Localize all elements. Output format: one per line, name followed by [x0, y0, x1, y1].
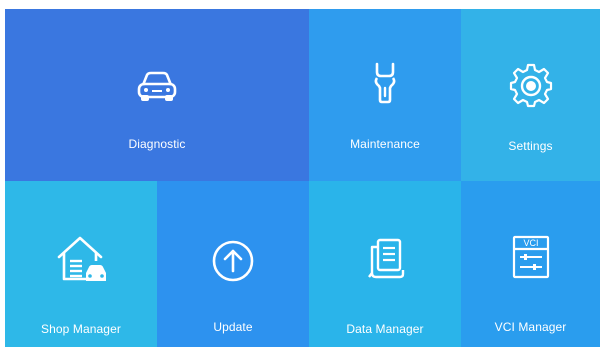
shop-manager-tile[interactable]: Shop Manager — [5, 181, 157, 347]
data-manager-label: Data Manager — [346, 322, 424, 336]
settings-tile[interactable]: Settings — [461, 9, 600, 181]
update-label: Update — [213, 320, 253, 334]
diagnostic-label: Diagnostic — [128, 137, 186, 151]
car-icon — [137, 71, 177, 101]
maintenance-label: Maintenance — [350, 137, 420, 151]
diagnostic-tile[interactable]: Diagnostic — [5, 9, 309, 181]
data-manager-tile[interactable]: Data Manager — [309, 181, 461, 347]
garage-icon — [57, 236, 106, 281]
main-menu-grid: Diagnostic Maintenance Settings Shop Man… — [5, 9, 600, 347]
vci-badge: VCI — [523, 238, 539, 248]
shop-manager-label: Shop Manager — [41, 322, 121, 336]
settings-label: Settings — [508, 139, 553, 153]
update-tile[interactable]: Update — [157, 181, 309, 347]
maintenance-tile[interactable]: Maintenance — [309, 9, 461, 181]
documents-icon — [368, 238, 405, 279]
upload-arrow-icon — [212, 240, 254, 282]
vci-manager-label: VCI Manager — [494, 320, 567, 334]
vci-manager-tile[interactable]: VCI VCI Manager — [461, 181, 600, 347]
gear-icon — [509, 63, 553, 108]
wrench-icon — [374, 62, 396, 104]
